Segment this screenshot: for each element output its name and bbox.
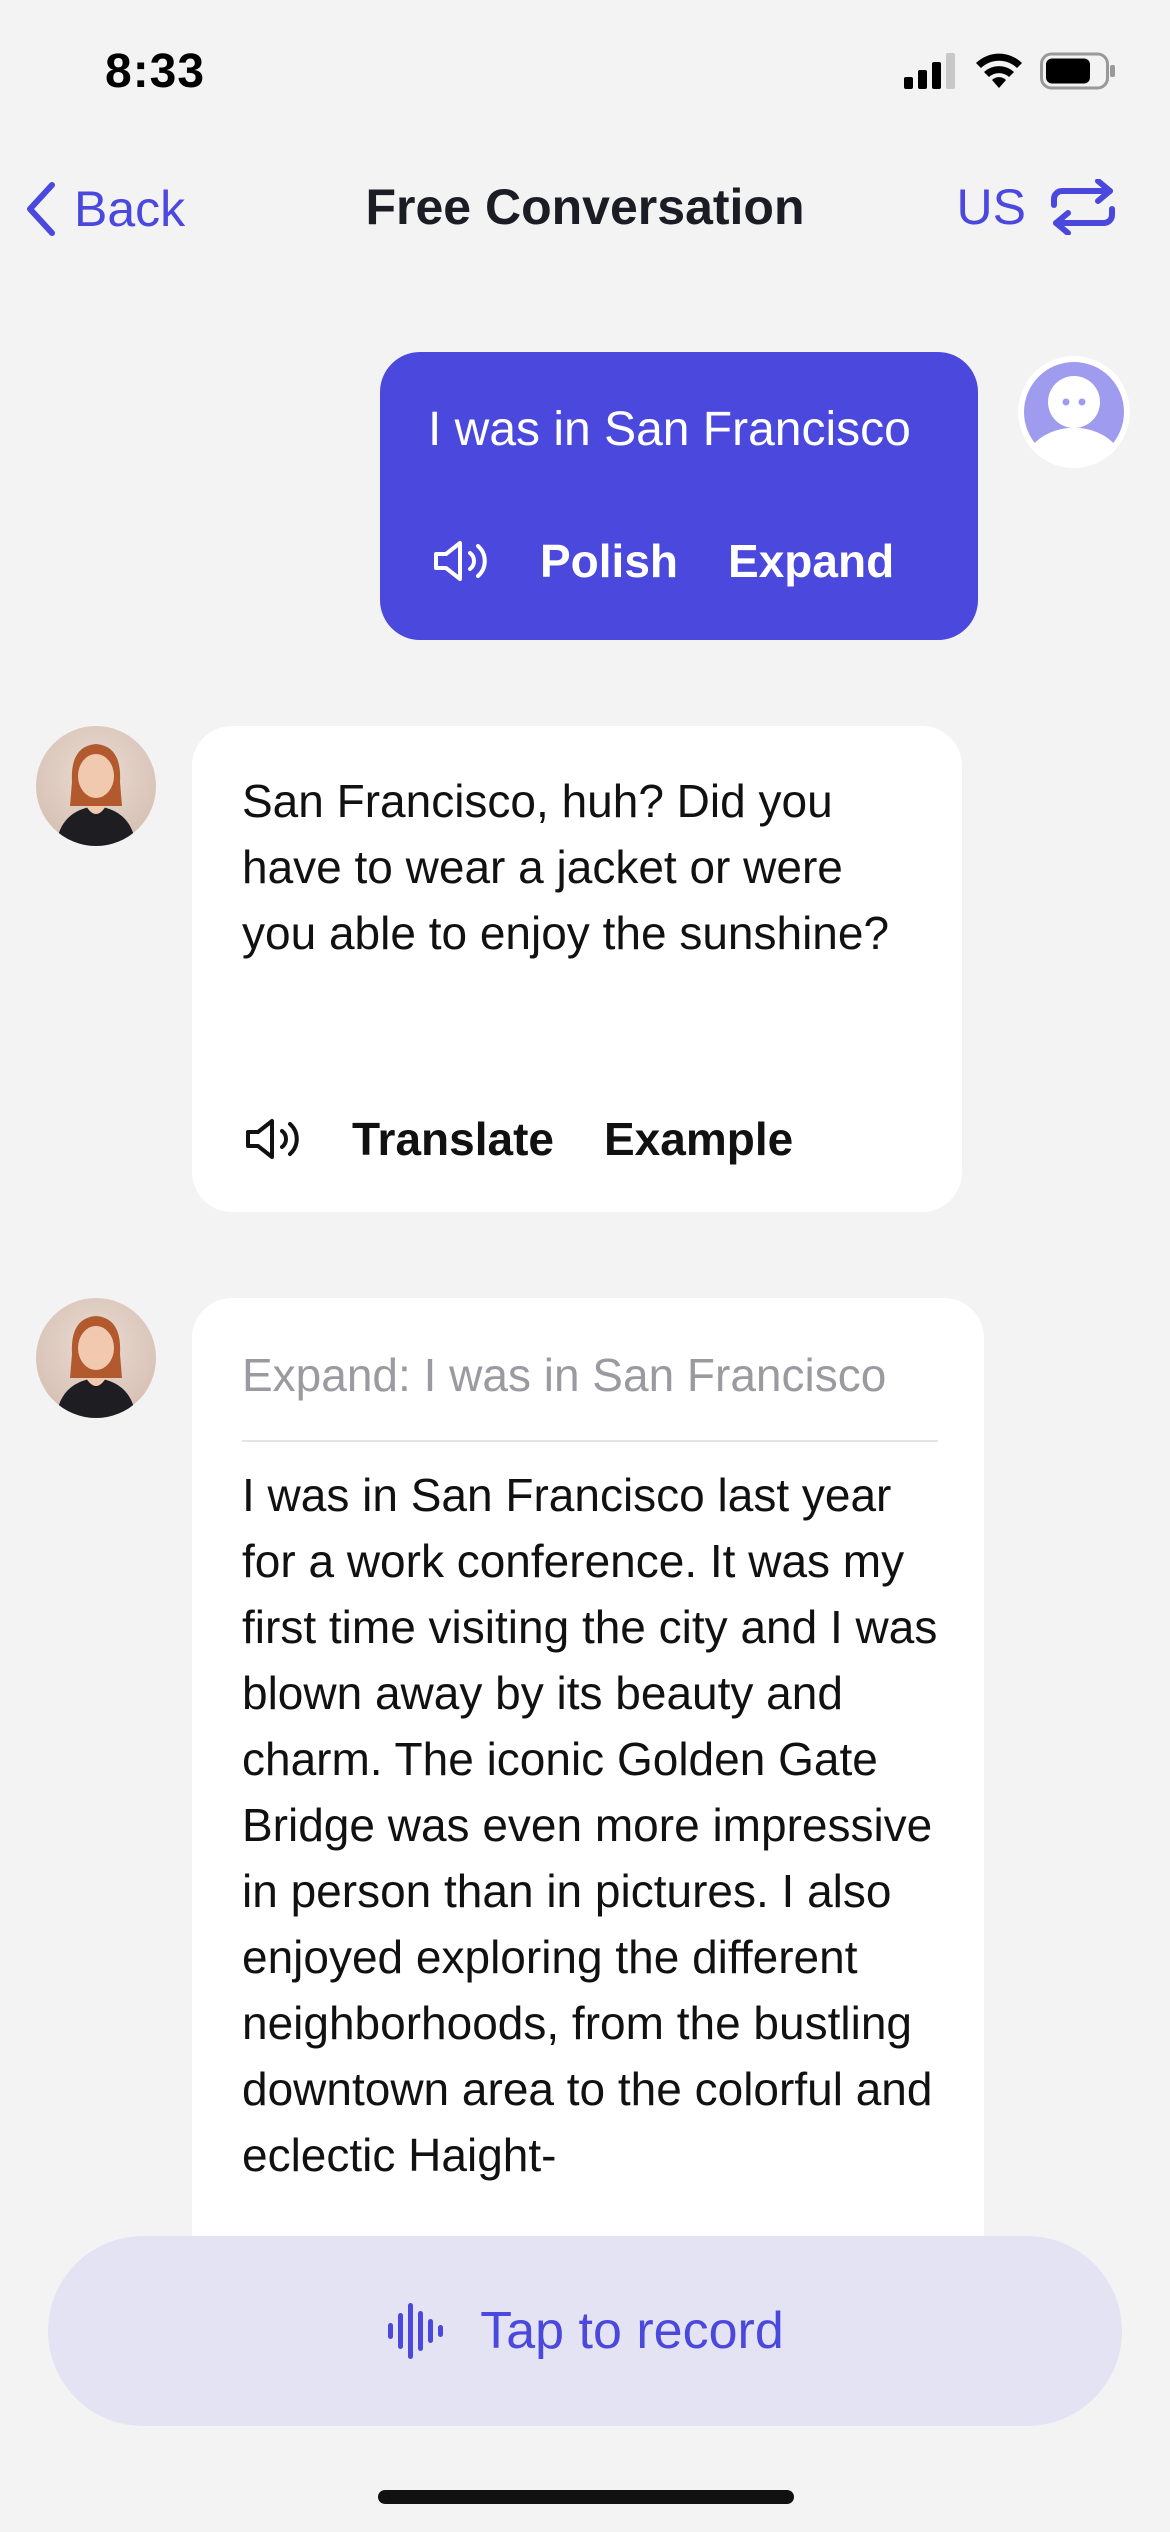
user-message-bubble: I was in San Francisco Polish Expand	[380, 352, 978, 640]
tutor-avatar	[36, 726, 156, 846]
translate-button[interactable]: Translate	[352, 1112, 554, 1166]
language-switch-button[interactable]: US	[957, 178, 1118, 236]
status-icons	[904, 52, 1116, 90]
tutor-avatar	[36, 1298, 156, 1418]
expand-card: Expand: I was in San Francisco I was in …	[192, 1298, 984, 2398]
tutor-portrait-icon	[56, 1316, 136, 1418]
tutor-message-actions: Translate Example	[244, 1112, 793, 1166]
screen: 8:33 Back Free Conversation US I was in …	[0, 0, 1170, 2532]
home-indicator[interactable]	[378, 2490, 794, 2504]
battery-icon	[1040, 52, 1115, 90]
status-time: 8:33	[105, 45, 206, 98]
swap-icon	[1051, 179, 1115, 235]
expand-card-divider	[242, 1440, 938, 1442]
record-button[interactable]: Tap to record	[48, 2236, 1122, 2426]
tutor-portrait-icon	[56, 744, 136, 846]
speaker-icon[interactable]	[432, 539, 490, 583]
wifi-icon	[976, 53, 1022, 88]
record-label: Tap to record	[480, 2302, 784, 2360]
expand-button[interactable]: Expand	[728, 534, 894, 588]
waveform-icon	[388, 2303, 444, 2359]
tutor-message-bubble: San Francisco, huh? Did you have to wear…	[192, 726, 962, 1212]
user-message-text: I was in San Francisco	[428, 403, 911, 456]
speaker-icon[interactable]	[244, 1117, 302, 1161]
expand-card-text: I was in San Francisco last year for a w…	[242, 1469, 938, 2181]
tutor-message-text: San Francisco, huh? Did you have to wear…	[242, 775, 890, 959]
nav-bar: Back Free Conversation US	[0, 160, 1170, 260]
example-button[interactable]: Example	[604, 1112, 793, 1166]
polish-button[interactable]: Polish	[540, 534, 678, 588]
user-avatar	[1018, 356, 1130, 468]
user-message-actions: Polish Expand	[432, 534, 894, 588]
language-label: US	[956, 179, 1026, 235]
status-bar: 8:33	[0, 0, 1170, 150]
expand-card-heading: Expand: I was in San Francisco	[242, 1349, 887, 1401]
user-avatar-icon	[1020, 358, 1128, 468]
signal-icon	[904, 53, 955, 89]
